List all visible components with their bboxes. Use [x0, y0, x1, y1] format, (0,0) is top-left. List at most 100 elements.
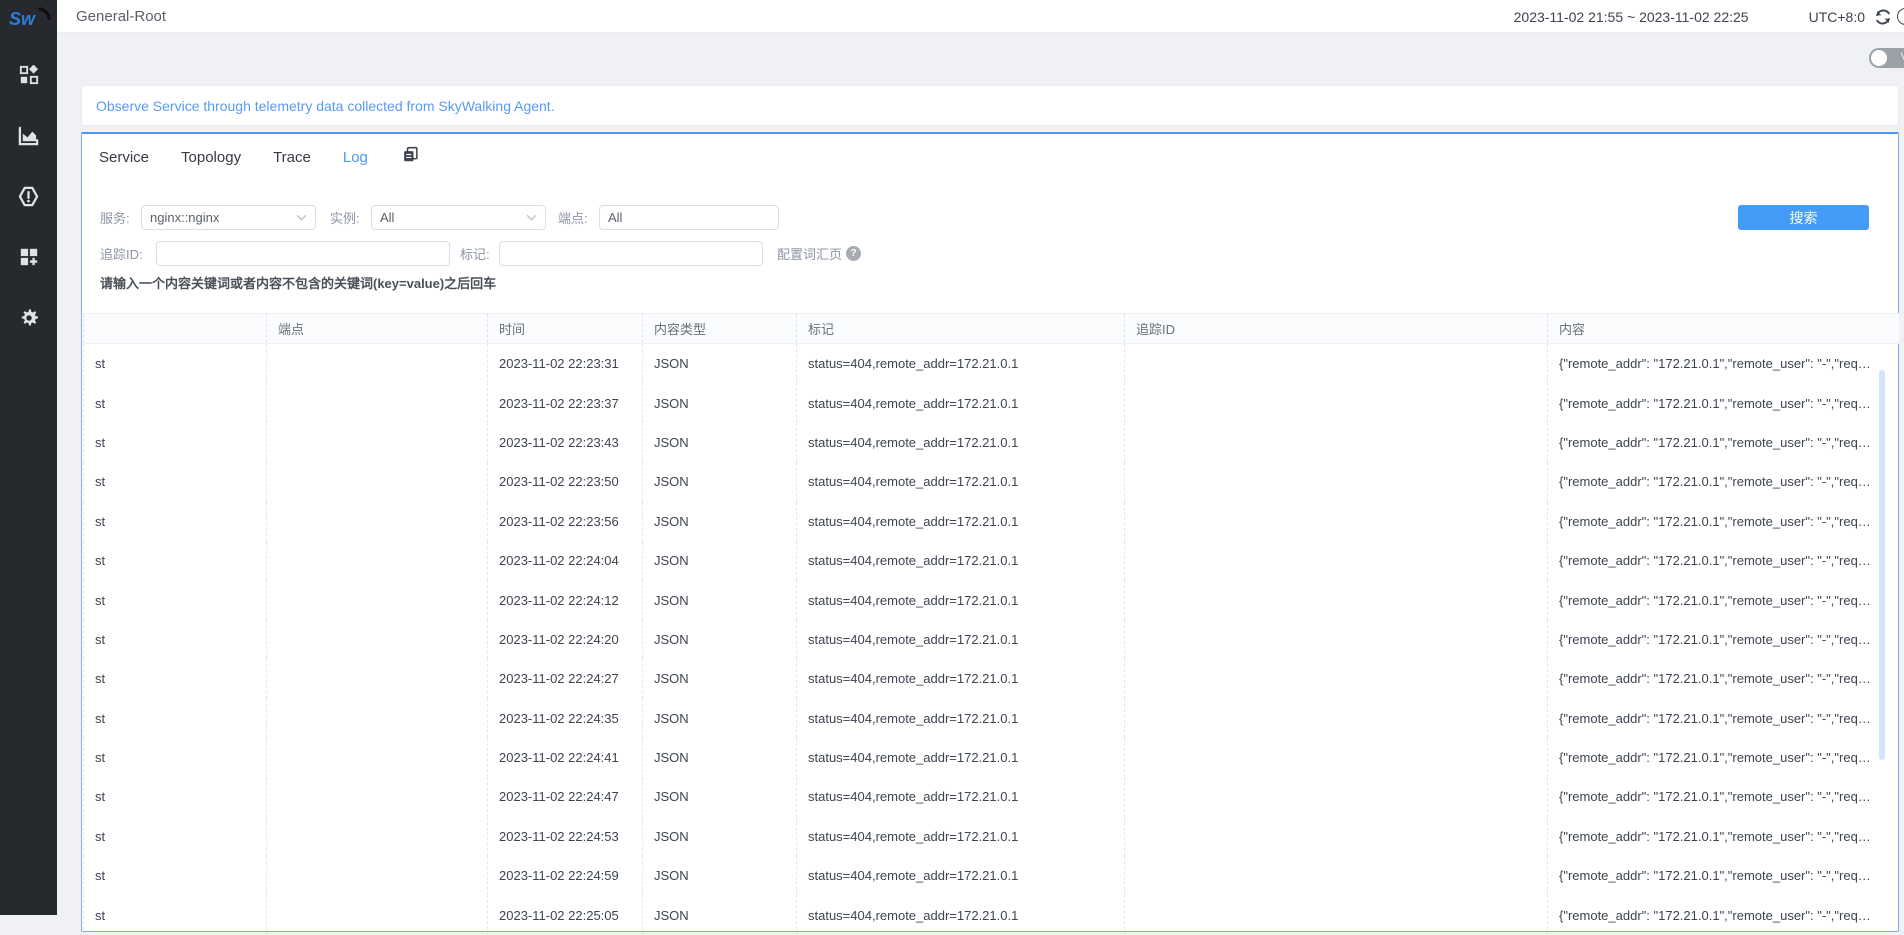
column-header-tags: 标记 — [796, 314, 1124, 343]
table-row[interactable]: st2023-11-02 22:23:31JSONstatus=404,remo… — [83, 344, 1899, 383]
sidebar: Sw — [0, 0, 57, 915]
tab-trace[interactable]: Trace — [273, 149, 311, 166]
timezone-label[interactable]: UTC+8:0 — [1809, 9, 1865, 25]
table-row[interactable]: st2023-11-02 22:24:59JSONstatus=404,remo… — [83, 856, 1899, 895]
cell-tags: status=404,remote_addr=172.21.0.1 — [796, 895, 1124, 934]
cell-trace_id — [1124, 620, 1547, 659]
cell-content: {"remote_addr": "172.21.0.1","remote_use… — [1547, 344, 1899, 383]
cell-time: 2023-11-02 22:23:56 — [487, 502, 642, 541]
cell-trace_id — [1124, 856, 1547, 895]
chart-icon — [18, 125, 39, 146]
table-row[interactable]: st2023-11-02 22:23:50JSONstatus=404,remo… — [83, 462, 1899, 501]
tab-service[interactable]: Service — [99, 149, 149, 166]
column-header-endpoint: 端点 — [266, 314, 487, 343]
cell-content_type: JSON — [642, 699, 796, 738]
cell-time: 2023-11-02 22:24:27 — [487, 659, 642, 698]
time-range[interactable]: 2023-11-02 21:55 ~ 2023-11-02 22:25 — [1514, 9, 1749, 25]
trace-id-input[interactable] — [156, 241, 450, 266]
dictionary-label: 配置词汇页 — [777, 244, 842, 263]
table-row[interactable]: st2023-11-02 22:24:41JSONstatus=404,remo… — [83, 738, 1899, 777]
table-row[interactable]: st2023-11-02 22:23:37JSONstatus=404,remo… — [83, 383, 1899, 422]
cell-endpoint — [266, 777, 487, 816]
cell-time: 2023-11-02 22:23:31 — [487, 344, 642, 383]
cell-service: st — [83, 699, 266, 738]
cell-content: {"remote_addr": "172.21.0.1","remote_use… — [1547, 895, 1899, 934]
sidebar-item-chart[interactable] — [0, 115, 57, 155]
table-row[interactable]: st2023-11-02 22:24:04JSONstatus=404,remo… — [83, 541, 1899, 580]
table-row[interactable]: st2023-11-02 22:24:12JSONstatus=404,remo… — [83, 580, 1899, 619]
log-panel-card: Service Topology Trace Log 服务: nginx::ng… — [81, 132, 1899, 932]
sidebar-item-marketplace[interactable] — [0, 237, 57, 277]
toggle-knob — [1871, 50, 1887, 66]
tab-topology[interactable]: Topology — [181, 149, 241, 166]
svg-text:Sw: Sw — [9, 9, 36, 29]
cell-time: 2023-11-02 22:24:47 — [487, 777, 642, 816]
cell-time: 2023-11-02 22:23:37 — [487, 383, 642, 422]
toggle-label: V — [1901, 51, 1904, 63]
cell-endpoint — [266, 502, 487, 541]
log-table-header: 端点时间内容类型标记追踪ID内容 — [83, 313, 1899, 344]
cell-service: st — [83, 462, 266, 501]
endpoint-input-value: All — [608, 210, 622, 225]
cell-service: st — [83, 502, 266, 541]
cell-endpoint — [266, 895, 487, 934]
instance-select[interactable]: All — [371, 205, 546, 230]
endpoint-input[interactable]: All — [599, 205, 779, 230]
table-row[interactable]: st2023-11-02 22:24:53JSONstatus=404,remo… — [83, 817, 1899, 856]
search-hint: 请输入一个内容关键词或者内容不包含的关键词(key=value)之后回车 — [100, 273, 496, 292]
cell-trace_id — [1124, 738, 1547, 777]
cell-content: {"remote_addr": "172.21.0.1","remote_use… — [1547, 462, 1899, 501]
table-row[interactable]: st2023-11-02 22:24:27JSONstatus=404,remo… — [83, 659, 1899, 698]
cell-endpoint — [266, 580, 487, 619]
tags-input[interactable] — [499, 241, 763, 266]
cell-tags: status=404,remote_addr=172.21.0.1 — [796, 344, 1124, 383]
cell-time: 2023-11-02 22:23:50 — [487, 462, 642, 501]
tab-log[interactable]: Log — [343, 149, 368, 166]
dictionary-link[interactable]: 配置词汇页 ? — [777, 241, 861, 266]
refresh-button[interactable] — [1874, 8, 1892, 26]
table-scrollbar[interactable] — [1879, 370, 1885, 760]
cell-endpoint — [266, 344, 487, 383]
topbar: General-Root 2023-11-02 21:55 ~ 2023-11-… — [57, 0, 1904, 33]
cell-tags: status=404,remote_addr=172.21.0.1 — [796, 462, 1124, 501]
service-select-value: nginx::nginx — [150, 210, 219, 225]
cell-time: 2023-11-02 22:24:20 — [487, 620, 642, 659]
cell-trace_id — [1124, 344, 1547, 383]
cell-content: {"remote_addr": "172.21.0.1","remote_use… — [1547, 580, 1899, 619]
cell-trace_id — [1124, 423, 1547, 462]
cell-content_type: JSON — [642, 502, 796, 541]
cell-content_type: JSON — [642, 541, 796, 580]
cell-content: {"remote_addr": "172.21.0.1","remote_use… — [1547, 620, 1899, 659]
table-row[interactable]: st2023-11-02 22:23:56JSONstatus=404,remo… — [83, 502, 1899, 541]
version-toggle[interactable]: V — [1869, 48, 1904, 68]
cell-tags: status=404,remote_addr=172.21.0.1 — [796, 620, 1124, 659]
sidebar-item-settings[interactable] — [0, 298, 57, 338]
log-table-body: st2023-11-02 22:23:31JSONstatus=404,remo… — [83, 344, 1899, 935]
table-row[interactable]: st2023-11-02 22:24:35JSONstatus=404,remo… — [83, 699, 1899, 738]
cell-time: 2023-11-02 22:24:12 — [487, 580, 642, 619]
cell-content_type: JSON — [642, 856, 796, 895]
skywalking-logo[interactable]: Sw — [8, 5, 52, 31]
cell-tags: status=404,remote_addr=172.21.0.1 — [796, 659, 1124, 698]
cell-content: {"remote_addr": "172.21.0.1","remote_use… — [1547, 856, 1899, 895]
cell-tags: status=404,remote_addr=172.21.0.1 — [796, 699, 1124, 738]
notice-banner: Observe Service through telemetry data c… — [81, 85, 1899, 126]
cell-tags: status=404,remote_addr=172.21.0.1 — [796, 423, 1124, 462]
table-row[interactable]: st2023-11-02 22:23:43JSONstatus=404,remo… — [83, 423, 1899, 462]
widgets-plus-icon — [19, 247, 39, 267]
cell-content_type: JSON — [642, 817, 796, 856]
cell-content_type: JSON — [642, 580, 796, 619]
table-row[interactable]: st2023-11-02 22:25:05JSONstatus=404,remo… — [83, 895, 1899, 934]
search-button[interactable]: 搜索 — [1738, 205, 1869, 230]
cell-content_type: JSON — [642, 895, 796, 934]
info-icon[interactable] — [1897, 8, 1904, 25]
sidebar-item-alert[interactable] — [0, 176, 57, 216]
table-row[interactable]: st2023-11-02 22:24:20JSONstatus=404,remo… — [83, 620, 1899, 659]
trace-id-label: 追踪ID: — [100, 241, 143, 266]
tab-bar: Service Topology Trace Log — [99, 143, 419, 171]
copy-document-icon[interactable] — [402, 146, 419, 168]
table-row[interactable]: st2023-11-02 22:24:47JSONstatus=404,remo… — [83, 777, 1899, 816]
cell-service: st — [83, 895, 266, 934]
service-select[interactable]: nginx::nginx — [141, 205, 316, 230]
sidebar-item-dashboard[interactable] — [0, 55, 57, 95]
